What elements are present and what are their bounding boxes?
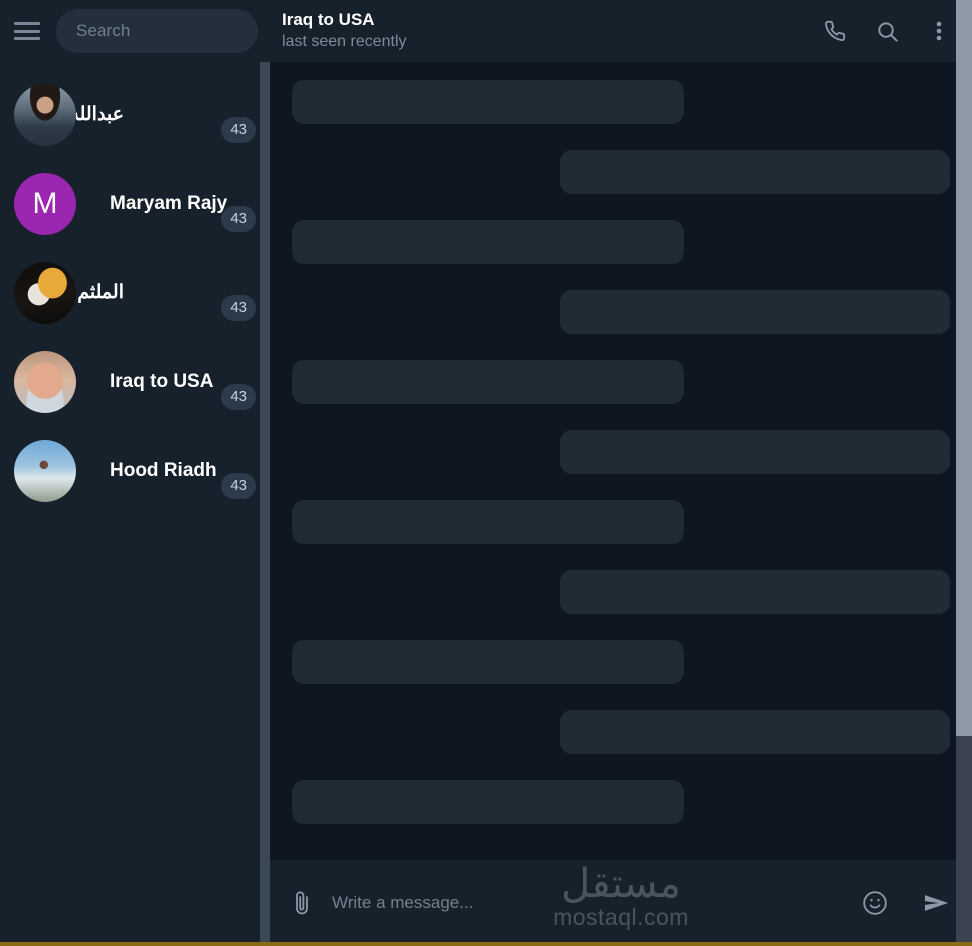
sidebar-scrollbar-thumb[interactable] (260, 62, 270, 946)
chat-header-actions (822, 18, 952, 44)
unread-badge: 43 (221, 116, 256, 143)
message-row[interactable] (270, 710, 972, 754)
chat-scrollbar-thumb[interactable] (956, 0, 972, 736)
chat-list-item[interactable]: Hood Riadh 43 (0, 426, 270, 515)
telegram-desktop-window: Search عبدالله فاضل 43 M Maryam Rajy 43 (0, 0, 972, 946)
message-bubble[interactable] (560, 290, 950, 334)
chat-scrollbar[interactable] (956, 0, 972, 946)
chat-header: Iraq to USA last seen recently (270, 0, 972, 62)
avatar (14, 439, 76, 502)
composer-actions (862, 890, 950, 916)
hamburger-bar (14, 37, 40, 40)
message-row[interactable] (270, 80, 972, 124)
message-row[interactable] (270, 220, 972, 264)
message-input-placeholder: Write a message... (332, 893, 474, 912)
message-bubble[interactable] (560, 570, 950, 614)
search-placeholder: Search (76, 21, 131, 40)
chat-list-item[interactable]: M Maryam Rajy 43 (0, 159, 270, 248)
message-bubble[interactable] (292, 80, 684, 124)
message-row[interactable] (270, 780, 972, 824)
avatar-initial: M (32, 186, 58, 220)
message-bubble[interactable] (292, 360, 684, 404)
message-bubble[interactable] (292, 220, 684, 264)
chat-list-sidebar: Search عبدالله فاضل 43 M Maryam Rajy 43 (0, 0, 270, 946)
unread-badge: 43 (221, 294, 256, 321)
unread-badge: 43 (221, 472, 256, 499)
unread-badge: 43 (221, 383, 256, 410)
chat-list-item[interactable]: الملثم 43 (0, 248, 270, 337)
message-bubble[interactable] (292, 780, 684, 824)
search-icon[interactable] (874, 18, 900, 44)
chat-list-item[interactable]: Iraq to USA 43 (0, 337, 270, 426)
message-bubble[interactable] (292, 640, 684, 684)
message-row[interactable] (270, 290, 972, 334)
message-row[interactable] (270, 500, 972, 544)
sidebar-header: Search (0, 0, 270, 62)
message-bubble[interactable] (560, 430, 950, 474)
unread-badge: 43 (221, 205, 256, 232)
message-row[interactable] (270, 360, 972, 404)
message-row[interactable] (270, 570, 972, 614)
avatar (14, 261, 76, 324)
call-icon[interactable] (822, 18, 848, 44)
message-bubble[interactable] (560, 150, 950, 194)
avatar: M (14, 172, 76, 235)
message-input[interactable]: Write a message... (314, 893, 862, 913)
avatar (14, 350, 76, 413)
chat-list-item[interactable]: عبدالله فاضل 43 (0, 70, 270, 159)
chat-title: Iraq to USA (282, 10, 375, 29)
chat-status: last seen recently (282, 33, 407, 50)
hamburger-menu-icon[interactable] (14, 20, 42, 42)
message-row[interactable] (270, 150, 972, 194)
message-bubble[interactable] (560, 710, 950, 754)
more-options-icon[interactable] (926, 18, 952, 44)
message-list[interactable] (270, 62, 972, 860)
message-row[interactable] (270, 640, 972, 684)
bottom-accent-bar (0, 942, 972, 946)
chat-header-info[interactable]: Iraq to USA last seen recently (282, 9, 822, 53)
emoji-smile-icon[interactable] (862, 890, 888, 916)
hamburger-bar (14, 29, 40, 33)
message-composer: Write a message... (270, 860, 972, 946)
send-icon[interactable] (924, 890, 950, 916)
hamburger-bar (14, 22, 40, 25)
paperclip-icon[interactable] (290, 888, 314, 918)
chat-panel: Iraq to USA last seen recently Write a m… (270, 0, 972, 946)
sidebar-scrollbar[interactable] (260, 62, 270, 946)
message-row[interactable] (270, 430, 972, 474)
avatar (14, 83, 76, 146)
chat-list[interactable]: عبدالله فاضل 43 M Maryam Rajy 43 الملثم … (0, 62, 270, 946)
search-input[interactable]: Search (56, 9, 258, 53)
message-bubble[interactable] (292, 500, 684, 544)
